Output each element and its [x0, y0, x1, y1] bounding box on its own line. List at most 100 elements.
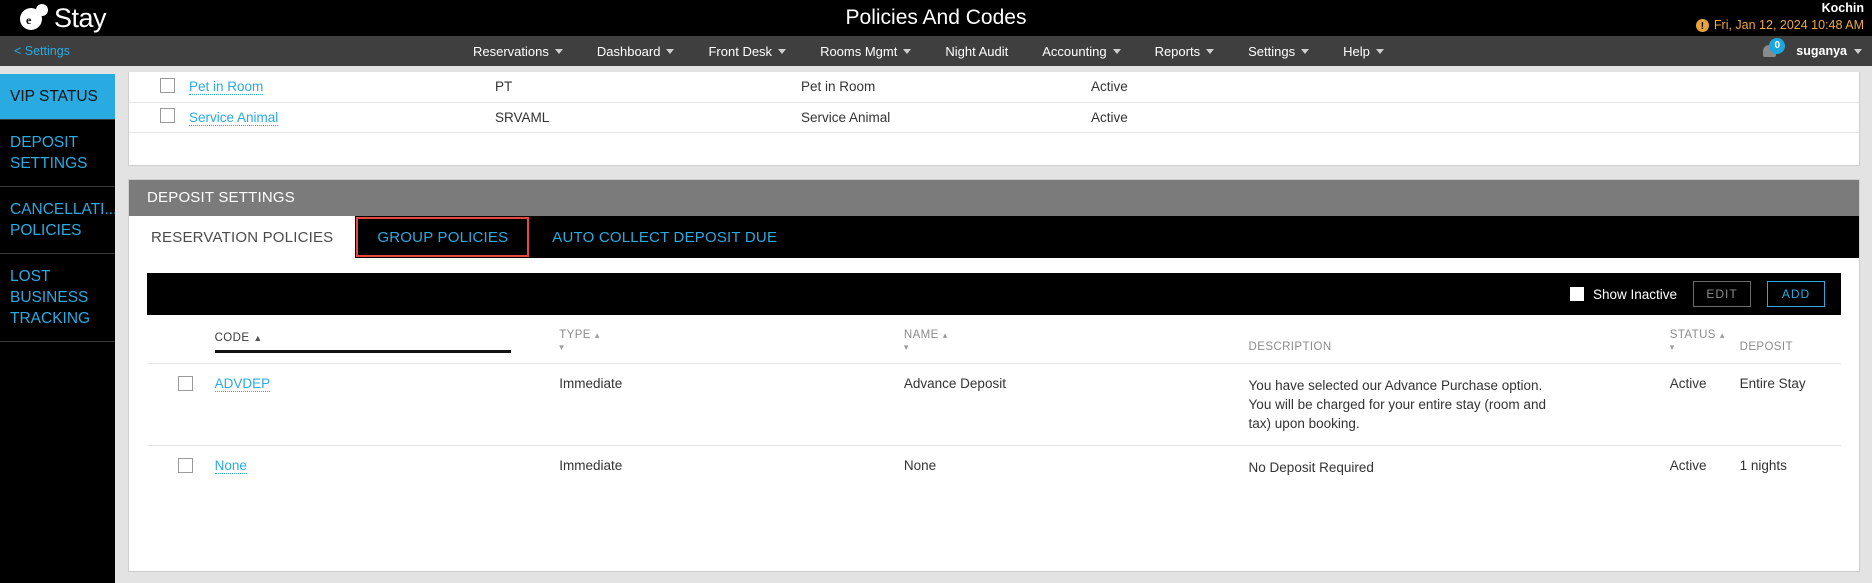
notifications-button[interactable]: 0 [1760, 40, 1782, 62]
chevron-down-icon [778, 49, 786, 54]
col-type-label: TYPE [559, 329, 591, 341]
row-code-cell: ADVDEP [215, 364, 560, 446]
chevron-down-icon [1376, 49, 1384, 54]
chevron-down-icon [1854, 49, 1862, 54]
chevron-down-icon [1206, 49, 1214, 54]
user-name-label: suganya [1796, 44, 1847, 58]
col-deposit: DEPOSIT [1740, 315, 1841, 364]
nav-label: Accounting [1042, 44, 1106, 59]
nav-item-reservations[interactable]: Reservations [456, 36, 580, 66]
grid-toolbar: Show Inactive EDIT ADD [147, 273, 1841, 315]
col-select [147, 315, 215, 364]
col-code-label: CODE [215, 332, 250, 344]
row-checkbox[interactable] [178, 376, 193, 391]
page-title: Policies And Codes [0, 0, 1872, 36]
nav-label: Front Desk [708, 44, 772, 59]
sidebar-item-cancellation-policies[interactable]: CANCELLATI... POLICIES [0, 187, 115, 254]
nav-item-accounting[interactable]: Accounting [1025, 36, 1137, 66]
col-deposit-label: DEPOSIT [1740, 341, 1793, 353]
row-deposit-cell: Entire Stay [1740, 364, 1841, 446]
row-checkbox[interactable] [160, 78, 175, 93]
code-link[interactable]: Service Animal [189, 110, 278, 126]
settings-sidebar: VIP STATUS DEPOSIT SETTINGS CANCELLATI..… [0, 66, 115, 583]
nav-item-help[interactable]: Help [1326, 36, 1401, 66]
row-status-cell: Active [1670, 446, 1740, 490]
row-checkbox[interactable] [160, 108, 175, 123]
col-type[interactable]: TYPE▴▾ [559, 315, 904, 364]
user-menu[interactable]: suganya [1796, 44, 1862, 58]
nav-item-rooms-mgmt[interactable]: Rooms Mgmt [803, 36, 928, 66]
sidebar-item-label: DEPOSIT SETTINGS [10, 134, 88, 172]
sidebar-item-lost-business-tracking[interactable]: LOST BUSINESS TRACKING [0, 254, 115, 342]
row-name-cell: Pet in Room [801, 72, 1091, 102]
nav-item-night-audit[interactable]: Night Audit [928, 36, 1025, 66]
row-code-cell: Pet in Room [189, 72, 495, 102]
row-status-cell: Active [1670, 364, 1740, 446]
vip-status-table-panel: Pet in Room PT Pet in Room Active Servic… [128, 72, 1860, 166]
code-link[interactable]: Pet in Room [189, 79, 263, 95]
nav-item-reports[interactable]: Reports [1138, 36, 1232, 66]
sidebar-item-label: LOST BUSINESS TRACKING [10, 268, 90, 327]
code-link[interactable]: None [215, 458, 247, 474]
chevron-down-icon [555, 49, 563, 54]
nav-label: Night Audit [945, 44, 1008, 59]
tab-label: GROUP POLICIES [377, 229, 508, 246]
policy-tabs: RESERVATION POLICIES GROUP POLICIES AUTO… [129, 216, 1859, 258]
sidebar-item-vip-status[interactable]: VIP STATUS [0, 74, 115, 120]
chevron-down-icon [1113, 49, 1121, 54]
group-policies-grid: CODE▲ TYPE▴▾ NAME▴▾ DESCRIPTION [147, 315, 1841, 489]
grid-container: Show Inactive EDIT ADD CODE▲ TYPE▴▾ [129, 258, 1859, 489]
description-text: No Deposit Required [1249, 458, 1561, 477]
show-inactive-toggle[interactable]: Show Inactive [1570, 287, 1677, 302]
row-deposit-cell: 1 nights [1740, 446, 1841, 490]
top-bar: e Stay Policies And Codes Kochin Fri, Ja… [0, 0, 1872, 36]
col-code[interactable]: CODE▲ [215, 315, 560, 364]
row-description-cell: No Deposit Required [1249, 446, 1670, 490]
row-name-cell: Service Animal [801, 102, 1091, 132]
tab-group-policies[interactable]: GROUP POLICIES [355, 216, 530, 258]
row-type-cell: PT [495, 72, 801, 102]
col-code-active-underline [215, 350, 511, 353]
tab-label: AUTO COLLECT DEPOSIT DUE [552, 229, 777, 246]
table-row[interactable]: Service Animal SRVAML Service Animal Act… [129, 102, 1859, 132]
back-to-settings-link[interactable]: < Settings [14, 36, 70, 66]
description-text: You have selected our Advance Purchase o… [1249, 376, 1561, 433]
col-name-label: NAME [904, 329, 939, 341]
row-type-cell: SRVAML [495, 102, 801, 132]
add-button[interactable]: ADD [1767, 281, 1825, 307]
nav-right-group: 0 suganya [1760, 36, 1862, 66]
row-name-cell: None [904, 446, 1249, 490]
nav-item-settings[interactable]: Settings [1231, 36, 1326, 66]
tab-auto-collect-deposit-due[interactable]: AUTO COLLECT DEPOSIT DUE [530, 216, 799, 258]
sidebar-item-deposit-settings[interactable]: DEPOSIT SETTINGS [0, 120, 115, 187]
code-link[interactable]: ADVDEP [215, 376, 271, 392]
table-row[interactable]: None Immediate None No Deposit Required … [147, 446, 1841, 490]
chevron-down-icon [666, 49, 674, 54]
edit-button[interactable]: EDIT [1693, 281, 1751, 307]
sidebar-item-label: VIP STATUS [10, 88, 98, 105]
hotel-name: Kochin [1822, 0, 1864, 16]
tab-reservation-policies[interactable]: RESERVATION POLICIES [129, 216, 355, 258]
vip-status-table: Pet in Room PT Pet in Room Active Servic… [129, 72, 1859, 133]
col-description-label: DESCRIPTION [1249, 341, 1332, 353]
sidebar-spacer [0, 66, 115, 74]
nav-label: Help [1343, 44, 1370, 59]
main-nav-bar: < Settings Reservations Dashboard Front … [0, 36, 1872, 66]
table-row[interactable]: ADVDEP Immediate Advance Deposit You hav… [147, 364, 1841, 446]
col-name[interactable]: NAME▴▾ [904, 315, 1249, 364]
grid-header-row: CODE▲ TYPE▴▾ NAME▴▾ DESCRIPTION [147, 315, 1841, 364]
table-row[interactable]: Pet in Room PT Pet in Room Active [129, 72, 1859, 102]
deposit-settings-section: DEPOSIT SETTINGS RESERVATION POLICIES GR… [128, 179, 1860, 572]
datetime-text: Fri, Jan 12, 2024 10:48 AM [1714, 16, 1864, 34]
nav-label: Dashboard [597, 44, 661, 59]
nav-label: Reservations [473, 44, 549, 59]
row-description-cell: You have selected our Advance Purchase o… [1249, 364, 1670, 446]
show-inactive-label: Show Inactive [1593, 287, 1677, 302]
show-inactive-checkbox[interactable] [1570, 287, 1584, 301]
row-checkbox[interactable] [178, 458, 193, 473]
nav-item-front-desk[interactable]: Front Desk [691, 36, 803, 66]
col-status[interactable]: STATUS▴▾ [1670, 315, 1740, 364]
nav-item-dashboard[interactable]: Dashboard [580, 36, 692, 66]
row-type-cell: Immediate [559, 446, 904, 490]
tab-label: RESERVATION POLICIES [151, 229, 333, 246]
